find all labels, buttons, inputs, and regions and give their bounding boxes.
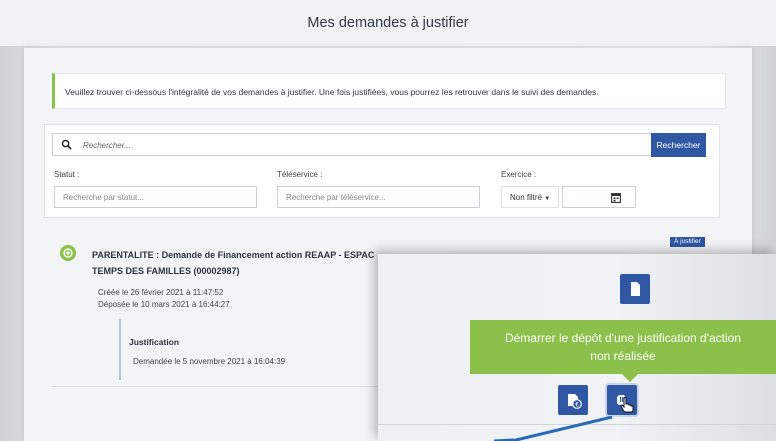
teleservice-label: Téléservice :	[277, 170, 323, 179]
search-input[interactable]	[83, 137, 623, 153]
statut-filter-input[interactable]: Recherche par statut...	[54, 186, 257, 208]
teleservice-filter-input[interactable]: Recherche par téléservice...	[277, 186, 480, 208]
info-message: Veuillez trouver ci-dessous l'intégralit…	[52, 73, 726, 109]
exercice-year-input[interactable]	[562, 186, 636, 208]
caret-down-icon: ▼	[544, 196, 551, 202]
request-title[interactable]: PARENTALITE : Demande de Financement act…	[92, 247, 402, 279]
document-icon	[631, 282, 640, 296]
view-document-button[interactable]	[620, 274, 650, 304]
request-title-line1: PARENTALITE : Demande de Financement act…	[92, 250, 375, 260]
exercice-dropdown-value: Non filtré	[510, 193, 543, 202]
justification-title: Justification	[129, 337, 180, 347]
action-tooltip: Démarrer le dépôt d'une justification d'…	[470, 320, 776, 374]
calendar-icon[interactable]	[611, 192, 621, 203]
created-date: Créée le 26 février 2021 à 11:47:52	[98, 288, 224, 297]
search-bar	[52, 133, 652, 156]
exercice-label: Exercice :	[501, 170, 537, 179]
search-icon	[61, 139, 72, 150]
search-button[interactable]: Rechercher	[651, 133, 706, 157]
status-badge: À justifier	[670, 237, 705, 247]
tooltip-line2: non réalisée	[590, 349, 656, 363]
list-divider	[52, 386, 382, 387]
deposited-date: Déposée le 10 mars 2021 à 16:44:27	[98, 300, 230, 309]
justify-action-button[interactable]: €	[558, 385, 588, 415]
page-title: Mes demandes à justifier	[307, 15, 469, 31]
justification-bar	[119, 319, 121, 380]
check-circle-icon	[60, 245, 76, 261]
exercice-dropdown[interactable]: Non filtré ▼	[501, 186, 559, 208]
start-unrealized-justification-button[interactable]	[607, 385, 637, 415]
pointer-cursor-icon	[620, 397, 634, 413]
tooltip-arrow	[622, 374, 638, 382]
arrow-annotation-icon	[493, 416, 613, 441]
tooltip-line1: Démarrer le dépôt d'une justification d'…	[504, 331, 742, 345]
zoomed-actions-panel: Démarrer le dépôt d'une justification d'…	[378, 254, 776, 441]
euro-document-icon: €	[568, 394, 582, 409]
justification-date: Demandée le 5 novembre 2021 à 16:04:39	[133, 357, 286, 366]
statut-label: Statut :	[54, 170, 80, 179]
request-title-line2: TEMPS DES FAMILLES (00002987)	[92, 266, 240, 276]
